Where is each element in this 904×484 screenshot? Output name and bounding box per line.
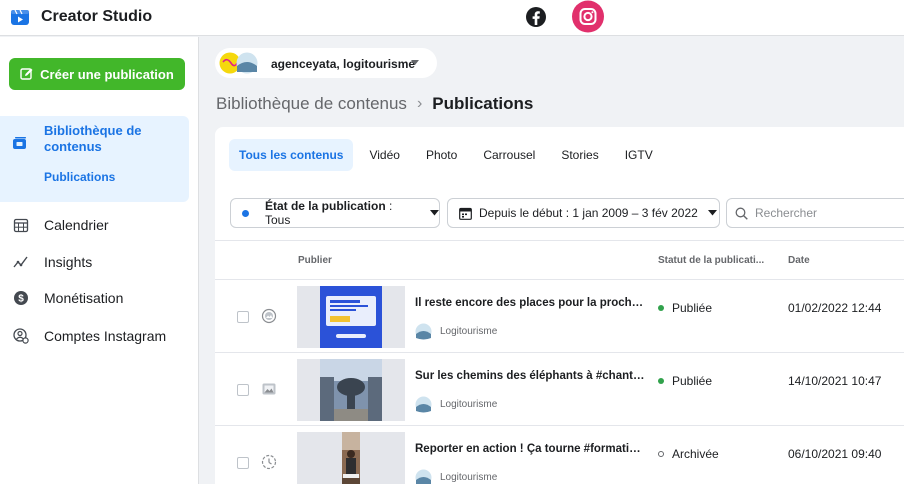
sidebar-item-label: Insights [44,254,93,270]
page-avatar [415,469,432,484]
sidebar-item-content-library[interactable]: Bibliothèque de contenus Publications [0,116,189,202]
post-image [342,432,360,484]
status-badge: Archivée [658,447,719,461]
account-avatars [219,52,258,74]
page-avatar [415,396,432,412]
post-title[interactable]: Reporter en action ! Ça tourne #formatio… [415,443,645,455]
monetization-icon: $ [14,291,28,305]
table-header: Publier Statut de la publicati... Date [215,240,904,280]
caret-down-icon [411,60,419,65]
date-range-dropdown[interactable]: Depuis le début : 1 jan 2009 – 3 fév 202… [447,198,720,228]
post-thumbnail[interactable] [297,432,405,484]
compose-icon [20,68,33,80]
table-row[interactable]: Reporter en action ! Ça tourne #formatio… [215,426,904,484]
post-owner: Logitourisme [415,469,497,484]
sidebar-item-calendar[interactable]: Calendrier [0,211,189,239]
column-header-date[interactable]: Date [788,255,810,266]
insights-icon [13,256,28,268]
row-checkbox[interactable] [237,457,249,469]
tab-all-content[interactable]: Tous les contenus [229,139,354,171]
tab-carousel[interactable]: Carrousel [473,139,545,171]
owner-name: Logitourisme [440,325,498,337]
instagram-icon[interactable] [570,0,606,33]
create-post-button[interactable]: Créer une publication [9,58,185,90]
post-date: 06/10/2021 09:40 [788,447,882,461]
status-badge: Publiée [658,301,712,315]
page-avatar [415,323,432,339]
carousel-icon [261,308,277,324]
tab-igtv[interactable]: IGTV [615,139,663,171]
sidebar-item-label: Monétisation [44,290,124,306]
caret-down-icon [707,210,717,216]
sidebar-item-label: Comptes Instagram [44,328,167,344]
status-badge: Publiée [658,374,712,388]
breadcrumb: Bibliothèque de contenus › Publications [216,94,533,114]
create-post-label: Créer une publication [40,66,174,82]
account-selector[interactable]: agenceyata, logitourisme [215,48,437,78]
library-icon [13,137,26,149]
post-image [320,286,382,348]
sidebar: Créer une publication Bibliothèque de co… [0,37,199,484]
row-checkbox[interactable] [237,384,249,396]
post-owner: Logitourisme [415,323,497,339]
status-dot [658,378,664,384]
status-label: Publiée [672,301,713,315]
post-owner: Logitourisme [415,396,497,412]
post-date: 01/02/2022 12:44 [788,301,882,315]
svg-text:$: $ [18,294,24,305]
content-tabs: Tous les contenus Vidéo Photo Carrousel … [229,139,669,171]
post-date: 14/10/2021 10:47 [788,374,882,388]
date-range-label: Depuis le début : 1 jan 2009 – 3 fév 202… [479,206,698,220]
photo-icon [262,383,276,395]
status-filter-label: État de la publication [264,199,386,213]
search-box [726,198,904,228]
row-checkbox[interactable] [237,311,249,323]
instagram-accounts-icon [13,328,29,344]
filter-active-dot [242,209,249,217]
status-label: Archivée [672,447,719,461]
post-thumbnail[interactable] [297,286,405,348]
tab-photo[interactable]: Photo [416,139,467,171]
sidebar-item-label: Calendrier [44,217,109,233]
owner-name: Logitourisme [440,398,498,410]
calendar-icon [459,207,472,220]
story-icon [261,454,277,470]
sidebar-item-insights[interactable]: Insights [0,248,189,276]
status-label: Publiée [672,374,713,388]
creator-studio-icon [11,9,29,25]
table-row[interactable]: Il reste encore des places pour la proch… [215,280,904,353]
breadcrumb-current: Publications [432,94,534,113]
account-name: agenceyata, logitourisme [271,57,416,71]
app-title: Creator Studio [41,8,153,25]
post-title[interactable]: Il reste encore des places pour la proch… [415,297,645,309]
facebook-icon[interactable] [524,5,548,29]
status-dot [658,451,664,457]
content-panel: Tous les contenus Vidéo Photo Carrousel … [215,127,904,484]
sidebar-item-monetization[interactable]: $ Monétisation [0,284,189,312]
search-input[interactable] [755,206,904,220]
column-header-status[interactable]: Statut de la publicati... [658,255,764,266]
sidebar-item-label: Bibliothèque de contenus [44,123,142,154]
status-filter-dropdown[interactable]: État de la publication : Tous [230,198,440,228]
breadcrumb-parent[interactable]: Bibliothèque de contenus [216,94,407,114]
status-dot [658,305,664,311]
post-title[interactable]: Sur les chemins des éléphants à #chantie… [415,370,645,382]
search-icon [735,207,748,220]
chevron-right-icon: › [416,95,423,112]
owner-name: Logitourisme [440,471,498,483]
calendar-icon [13,218,29,233]
top-bar: Creator Studio [0,0,904,36]
post-image [320,359,382,421]
tab-stories[interactable]: Stories [551,139,608,171]
column-header-publish[interactable]: Publier [298,255,332,266]
sidebar-subitem-publications[interactable]: Publications [44,170,115,184]
post-thumbnail[interactable] [297,359,405,421]
sidebar-item-instagram-accounts[interactable]: Comptes Instagram [0,322,189,350]
tab-video[interactable]: Vidéo [359,139,409,171]
caret-down-icon [430,210,439,216]
table-row[interactable]: Sur les chemins des éléphants à #chantie… [215,353,904,426]
